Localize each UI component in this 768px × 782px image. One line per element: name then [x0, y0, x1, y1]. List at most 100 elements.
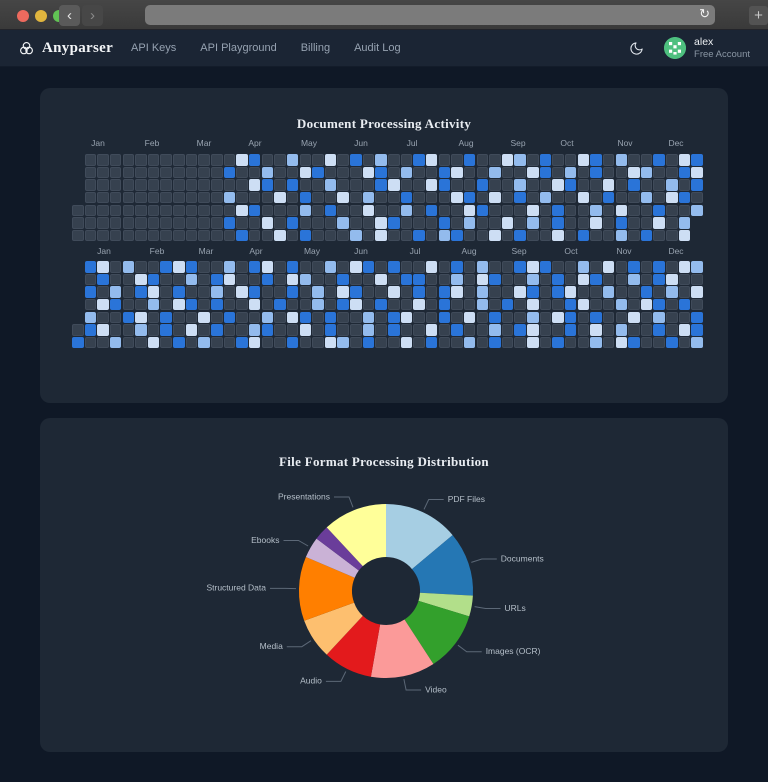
heatmap-cell[interactable]: [476, 179, 488, 191]
heatmap-cell[interactable]: [438, 324, 451, 336]
heatmap-cell[interactable]: [691, 179, 703, 191]
heatmap-cell[interactable]: [678, 311, 691, 324]
heatmap-cell[interactable]: [312, 191, 324, 204]
heatmap-cell[interactable]: [577, 261, 590, 273]
heatmap-cell[interactable]: [527, 217, 539, 229]
heatmap-cell[interactable]: [527, 191, 539, 204]
heatmap-cell[interactable]: [602, 191, 615, 204]
heatmap-cell[interactable]: [312, 204, 324, 217]
heatmap-cell[interactable]: [615, 166, 628, 179]
heatmap-cell[interactable]: [223, 191, 236, 204]
heatmap-cell[interactable]: [577, 154, 590, 166]
heatmap-cell[interactable]: [451, 324, 463, 336]
heatmap-cell[interactable]: [211, 324, 223, 336]
heatmap-cell[interactable]: [577, 311, 590, 324]
heatmap-cell[interactable]: [527, 273, 539, 286]
heatmap-cell[interactable]: [84, 229, 97, 242]
heatmap-cell[interactable]: [248, 191, 261, 204]
heatmap-cell[interactable]: [451, 166, 463, 179]
heatmap-cell[interactable]: [564, 229, 577, 242]
heatmap-cell[interactable]: [135, 166, 147, 179]
heatmap-cell[interactable]: [97, 261, 109, 273]
heatmap-cell[interactable]: [147, 229, 160, 242]
heatmap-cell[interactable]: [640, 166, 653, 179]
heatmap-cell[interactable]: [400, 204, 413, 217]
heatmap-cell[interactable]: [678, 229, 691, 242]
minimize-window-button[interactable]: [35, 10, 47, 22]
heatmap-cell[interactable]: [248, 286, 261, 298]
heatmap-cell[interactable]: [388, 154, 400, 166]
heatmap-cell[interactable]: [160, 324, 172, 336]
heatmap-cell[interactable]: [122, 204, 135, 217]
heatmap-cell[interactable]: [274, 311, 286, 324]
heatmap-cell[interactable]: [640, 273, 653, 286]
heatmap-cell[interactable]: [615, 273, 628, 286]
heatmap-cell[interactable]: [438, 311, 451, 324]
heatmap-cell[interactable]: [173, 298, 185, 311]
heatmap-cell[interactable]: [324, 179, 337, 191]
heatmap-cell[interactable]: [666, 204, 678, 217]
heatmap-cell[interactable]: [248, 336, 261, 349]
heatmap-cell[interactable]: [577, 273, 590, 286]
heatmap-cell[interactable]: [135, 324, 147, 336]
heatmap-cell[interactable]: [425, 154, 438, 166]
heatmap-cell[interactable]: [299, 191, 312, 204]
heatmap-cell[interactable]: [375, 311, 387, 324]
heatmap-cell[interactable]: [514, 324, 526, 336]
heatmap-cell[interactable]: [388, 204, 400, 217]
heatmap-cell[interactable]: [248, 154, 261, 166]
heatmap-cell[interactable]: [590, 311, 602, 324]
heatmap-cell[interactable]: [678, 217, 691, 229]
heatmap-cell[interactable]: [274, 204, 286, 217]
heatmap-cell[interactable]: [109, 286, 122, 298]
heatmap-cell[interactable]: [590, 154, 602, 166]
heatmap-cell[interactable]: [653, 179, 665, 191]
heatmap-cell[interactable]: [425, 191, 438, 204]
heatmap-cell[interactable]: [666, 179, 678, 191]
heatmap-cell[interactable]: [590, 217, 602, 229]
heatmap-cell[interactable]: [425, 229, 438, 242]
heatmap-cell[interactable]: [173, 286, 185, 298]
heatmap-cell[interactable]: [261, 311, 274, 324]
heatmap-cell[interactable]: [514, 311, 526, 324]
heatmap-cell[interactable]: [173, 311, 185, 324]
heatmap-cell[interactable]: [438, 336, 451, 349]
heatmap-cell[interactable]: [337, 286, 349, 298]
heatmap-cell[interactable]: [223, 261, 236, 273]
heatmap-cell[interactable]: [691, 154, 703, 166]
heatmap-cell[interactable]: [261, 261, 274, 273]
heatmap-cell[interactable]: [324, 166, 337, 179]
heatmap-cell[interactable]: [185, 324, 198, 336]
heatmap-cell[interactable]: [678, 298, 691, 311]
heatmap-cell[interactable]: [312, 273, 324, 286]
heatmap-cell[interactable]: [135, 217, 147, 229]
heatmap-cell[interactable]: [84, 298, 97, 311]
heatmap-cell[interactable]: [564, 311, 577, 324]
heatmap-cell[interactable]: [514, 204, 526, 217]
heatmap-cell[interactable]: [425, 217, 438, 229]
heatmap-cell[interactable]: [236, 298, 248, 311]
heatmap-cell[interactable]: [602, 154, 615, 166]
heatmap-cell[interactable]: [691, 273, 703, 286]
heatmap-cell[interactable]: [261, 179, 274, 191]
heatmap-cell[interactable]: [640, 204, 653, 217]
heatmap-cell[interactable]: [577, 229, 590, 242]
heatmap-cell[interactable]: [640, 311, 653, 324]
heatmap-cell[interactable]: [312, 229, 324, 242]
heatmap-cell[interactable]: [539, 217, 552, 229]
heatmap-cell[interactable]: [97, 166, 109, 179]
heatmap-cell[interactable]: [451, 204, 463, 217]
heatmap-cell[interactable]: [109, 154, 122, 166]
nav-item-billing[interactable]: Billing: [301, 42, 330, 54]
heatmap-cell[interactable]: [489, 166, 501, 179]
heatmap-cell[interactable]: [463, 261, 476, 273]
heatmap-cell[interactable]: [223, 298, 236, 311]
heatmap-cell[interactable]: [615, 229, 628, 242]
heatmap-cell[interactable]: [501, 324, 514, 336]
heatmap-cell[interactable]: [173, 191, 185, 204]
heatmap-cell[interactable]: [312, 311, 324, 324]
heatmap-cell[interactable]: [590, 286, 602, 298]
heatmap-cell[interactable]: [198, 311, 210, 324]
heatmap-cell[interactable]: [678, 191, 691, 204]
heatmap-cell[interactable]: [539, 229, 552, 242]
